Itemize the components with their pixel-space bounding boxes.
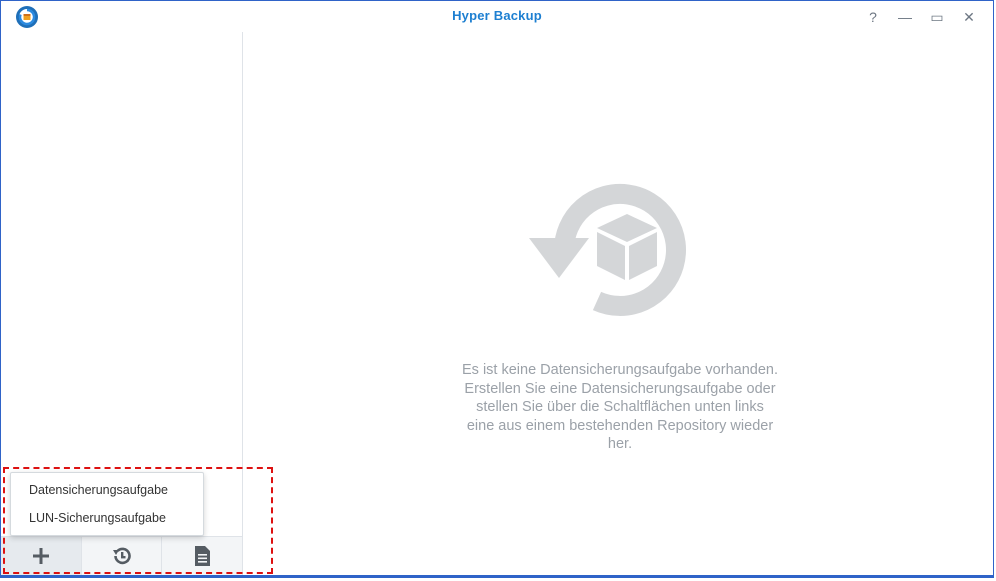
help-button[interactable]: ? xyxy=(863,7,883,27)
close-button[interactable]: ✕ xyxy=(959,7,979,27)
empty-state-message: Es ist keine Datensicherungsaufgabe vorh… xyxy=(462,362,778,452)
maximize-button[interactable]: ▭ xyxy=(927,7,947,27)
log-button[interactable] xyxy=(162,537,242,575)
window-controls: ? — ▭ ✕ xyxy=(863,7,979,27)
plus-icon xyxy=(32,548,49,564)
log-document-icon xyxy=(195,546,211,566)
app-window: Hyper Backup ? — ▭ ✕ Datensicherungsaufg… xyxy=(0,0,994,578)
backup-cycle-icon xyxy=(529,183,686,316)
restore-button[interactable] xyxy=(82,537,163,575)
sidebar-toolbar xyxy=(1,536,242,575)
create-button[interactable] xyxy=(1,537,82,575)
title-bar[interactable]: Hyper Backup ? — ▭ ✕ xyxy=(1,1,993,32)
menu-item-data-backup-task[interactable]: Datensicherungsaufgabe xyxy=(11,476,203,504)
menu-item-lun-backup-task[interactable]: LUN-Sicherungsaufgabe xyxy=(11,504,203,532)
create-task-menu: Datensicherungsaufgabe LUN-Sicherungsauf… xyxy=(10,472,204,536)
window-title: Hyper Backup xyxy=(452,8,542,23)
restore-history-icon xyxy=(112,547,131,565)
main-content: Es ist keine Datensicherungsaufgabe vorh… xyxy=(243,32,993,575)
minimize-button[interactable]: — xyxy=(895,7,915,27)
